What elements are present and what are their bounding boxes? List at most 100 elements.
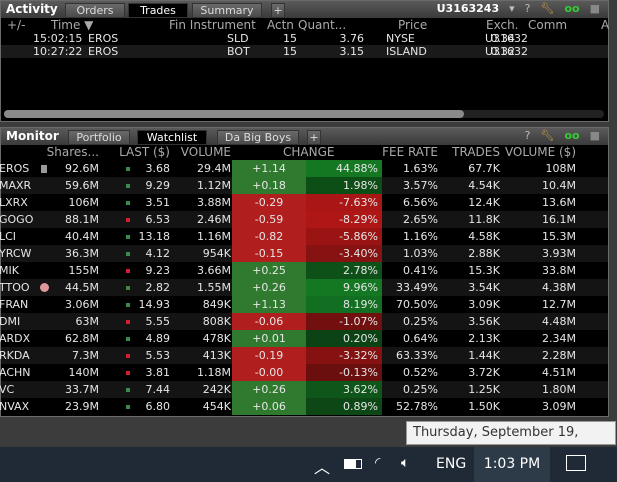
help-icon[interactable]: ? xyxy=(525,2,531,15)
activity-column-headers: +/- Time ▼ Fin Instrument Actn Quant... … xyxy=(1,18,609,32)
watchlist-row[interactable]: FRAN 3.06M 14.93 849K +1.13 8.19% 70.50% 3.09K 1… xyxy=(0,296,608,313)
watchlist-row[interactable]: YRCW 36.3M 4.12 954K -0.15 -3.40% 1.03% 2.88K 3.… xyxy=(0,245,608,262)
trade-time: 10:27:22 xyxy=(33,45,83,58)
fee-rate: 0.25% xyxy=(403,383,438,396)
col-last[interactable]: LAST ($) xyxy=(119,145,170,160)
col-shares[interactable]: Shares... xyxy=(47,145,99,160)
col-volume[interactable]: VOLUME xyxy=(181,145,231,160)
fee-rate: 3.57% xyxy=(403,179,438,192)
add-tab-button[interactable]: + xyxy=(271,3,285,18)
tab-watchlist[interactable]: Watchlist xyxy=(137,130,207,145)
symbol[interactable]: FRAN xyxy=(0,296,28,313)
clock[interactable]: 1:03 PM xyxy=(474,447,550,482)
trades: 1.50K xyxy=(468,400,500,413)
tab-trades[interactable]: Trades xyxy=(128,3,188,18)
change-percent: -7.63% xyxy=(306,194,382,211)
tab-da-big-boys[interactable]: Da Big Boys xyxy=(217,130,299,145)
symbol[interactable]: GOGO xyxy=(0,211,33,228)
volume: 29.4M xyxy=(197,162,231,175)
watchlist-row[interactable]: ACHN 140M 3.81 1.18M -0.00 -0.13% 0.52% 3.72K 4.… xyxy=(0,364,608,381)
link-icon[interactable]: oo xyxy=(564,129,579,142)
battery-icon[interactable] xyxy=(344,459,362,469)
col-fee-rate[interactable]: FEE RATE xyxy=(382,145,438,160)
watchlist-row[interactable]: LCI 40.4M 13.18 1.16M -0.82 -5.86% 1.16% 4.58K 1… xyxy=(0,228,608,245)
horizontal-scrollbar[interactable] xyxy=(4,110,604,118)
change-percent: -3.40% xyxy=(306,245,382,262)
volume: 2.46M xyxy=(197,213,231,226)
trade-row[interactable]: 15:02:15 EROS SLD 15 3.76 NYSE 0.34 U31632 xyxy=(1,32,608,45)
help-icon[interactable]: ? xyxy=(525,129,531,142)
scrollbar-thumb[interactable] xyxy=(4,110,464,118)
watchlist-row[interactable]: MAXR 59.6M 9.29 1.12M +0.18 1.98% 3.57% 4.54K 10… xyxy=(0,177,608,194)
volume: 849K xyxy=(202,298,231,311)
col-time[interactable]: Time ▼ xyxy=(51,18,93,32)
tab-orders[interactable]: Orders xyxy=(65,3,125,18)
col-price[interactable]: Price xyxy=(398,18,427,32)
symbol[interactable]: ARDX xyxy=(0,330,30,347)
action-center-icon[interactable] xyxy=(566,455,586,471)
show-hidden-icons-chevron-icon[interactable]: ︿ xyxy=(314,454,330,478)
account-selector[interactable]: U3163243 xyxy=(437,2,500,15)
last-price: 13.18 xyxy=(138,230,171,243)
symbol[interactable]: MAXR xyxy=(0,177,31,194)
col-instrument[interactable]: Fin Instrument xyxy=(169,18,256,32)
change: -0.29 xyxy=(232,194,306,211)
tab-summary[interactable]: Summary xyxy=(192,3,262,18)
col-commission[interactable]: Comm xyxy=(528,18,567,32)
chevron-down-icon[interactable]: ▾ xyxy=(509,2,515,15)
col-action[interactable]: Actn xyxy=(267,18,294,32)
tab-portfolio[interactable]: Portfolio xyxy=(68,130,130,145)
link-icon[interactable]: oo xyxy=(564,2,579,15)
symbol[interactable]: ACHN xyxy=(0,364,31,381)
watchlist-row[interactable]: ARDX 62.8M 4.89 478K +0.01 0.20% 0.64% 2.13K 2.3… xyxy=(0,330,608,347)
trades: 3.56K xyxy=(468,315,500,328)
watchlist-row[interactable]: MIK 155M 9.23 3.66M +0.25 2.78% 0.41% 15.3K 33.8… xyxy=(0,262,608,279)
symbol[interactable]: MIK xyxy=(0,262,19,279)
symbol[interactable]: EROS xyxy=(0,160,29,177)
add-tab-button[interactable]: + xyxy=(307,130,321,145)
shares: 7.3M xyxy=(72,349,99,362)
col-change[interactable]: CHANGE xyxy=(283,145,334,160)
shares: 44.5M xyxy=(65,281,99,294)
watchlist-row[interactable]: NVAX 23.9M 6.80 454K +0.06 0.89% 52.78% 1.50K 3.… xyxy=(0,398,608,415)
volume-icon[interactable]: 🔈︎ xyxy=(401,455,409,471)
symbol[interactable]: NVAX xyxy=(0,398,29,415)
col-volume-usd[interactable]: VOLUME ($) xyxy=(505,145,576,160)
change-percent: -3.32% xyxy=(306,347,382,364)
col-account[interactable]: A xyxy=(601,18,609,32)
maximize-icon[interactable]: ■ xyxy=(590,2,600,15)
watchlist-row[interactable]: LXRX 106M 3.51 3.88M -0.29 -7.63% 6.56% 12.4K 13… xyxy=(0,194,608,211)
watchlist-row[interactable]: DMI 63M 5.55 808K -0.06 -1.07% 0.25% 3.56K 4.48M xyxy=(0,313,608,330)
alert-icon[interactable] xyxy=(40,283,49,292)
last-price: 6.53 xyxy=(145,213,171,226)
news-icon[interactable] xyxy=(41,165,47,173)
wrench-icon[interactable]: 🔧︎ xyxy=(541,129,555,142)
trade-row[interactable]: 10:27:22 EROS BOT 15 3.15 ISLAND 0.32 U31632 xyxy=(1,45,608,58)
watchlist-row[interactable]: TTOO 44.5M 2.82 1.55M +0.26 9.96% 33.49% 3.54K 4… xyxy=(0,279,608,296)
symbol[interactable]: LXRX xyxy=(0,194,28,211)
col-plus-minus[interactable]: +/- xyxy=(7,18,25,32)
col-quantity[interactable]: Quant... xyxy=(298,18,346,32)
watchlist-row[interactable]: RKDA 7.3M 5.53 413K -0.19 -3.32% 63.33% 1.44K 2.… xyxy=(0,347,608,364)
watchlist-row[interactable]: EROS 92.6M 3.68 29.4M +1.14 44.88% 1.63% 67.7K 1… xyxy=(0,160,608,177)
wifi-icon[interactable]: ◜ xyxy=(375,455,380,471)
symbol[interactable]: VC xyxy=(0,381,14,398)
tick-down-icon xyxy=(126,320,130,324)
symbol[interactable]: RKDA xyxy=(0,347,30,364)
fee-rate: 63.33% xyxy=(396,349,438,362)
col-exchange[interactable]: Exch. xyxy=(486,18,519,32)
symbol[interactable]: DMI xyxy=(0,313,20,330)
watchlist-row[interactable]: VC 33.7M 7.44 242K +0.26 3.62% 0.25% 1.25K 1.80M xyxy=(0,381,608,398)
col-trades[interactable]: TRADES xyxy=(452,145,500,160)
fee-rate: 0.64% xyxy=(403,332,438,345)
trade-qty: 15 xyxy=(283,32,297,45)
activity-header: Activity Orders Trades Summary + U316324… xyxy=(1,1,608,18)
symbol[interactable]: YRCW xyxy=(0,245,31,262)
watchlist-row[interactable]: GOGO 88.1M 6.53 2.46M -0.59 -8.29% 2.65% 11.8K 1… xyxy=(0,211,608,228)
tick-up-icon xyxy=(126,388,130,392)
wrench-icon[interactable]: 🔧︎ xyxy=(541,2,555,15)
maximize-icon[interactable]: ■ xyxy=(590,129,600,142)
language-indicator[interactable]: ENG xyxy=(436,456,466,472)
symbol[interactable]: TTOO xyxy=(0,279,30,296)
symbol[interactable]: LCI xyxy=(0,228,16,245)
